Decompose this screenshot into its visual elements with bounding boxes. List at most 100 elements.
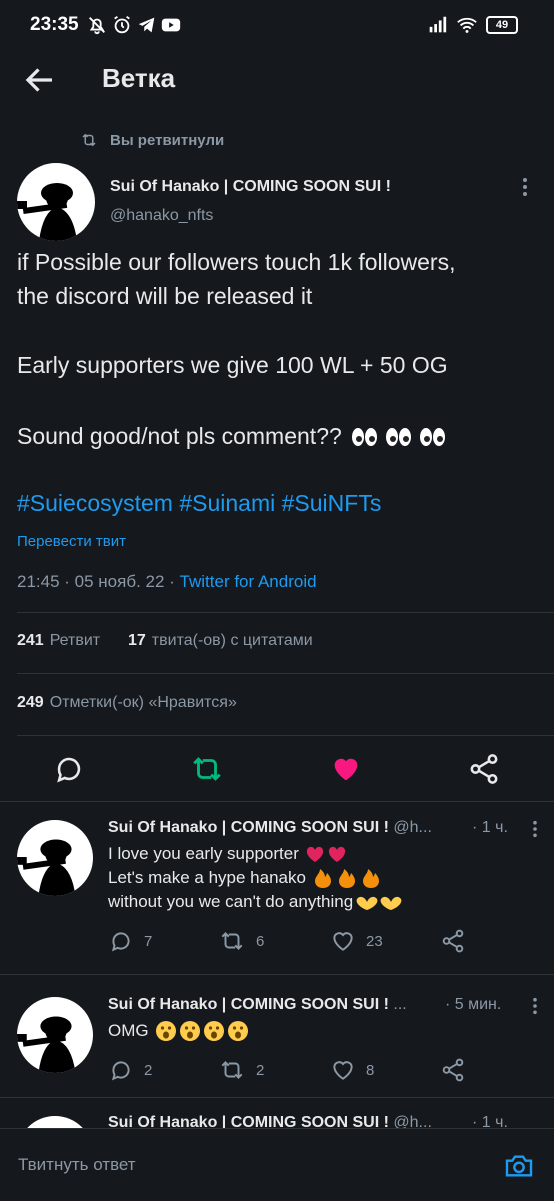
heart-icon	[333, 932, 353, 951]
tweet-time: 21:45	[17, 572, 60, 591]
share-icon[interactable]	[440, 928, 466, 954]
reply-line-1: I love you early supporter	[108, 844, 299, 863]
astonished-face-emoji-icon	[155, 1021, 248, 1041]
back-arrow-icon[interactable]	[22, 62, 58, 98]
reply-line-3: without you we can't do anything	[108, 892, 354, 911]
reply-author-handle: @h...	[393, 1114, 432, 1128]
share-icon[interactable]	[440, 1057, 466, 1083]
reply-action-reply[interactable]: 2	[108, 1057, 152, 1083]
more-icon[interactable]	[532, 820, 538, 838]
tweet-text-line-1: if Possible our followers touch 1k follo…	[17, 249, 456, 275]
heart-icon	[333, 1061, 353, 1080]
avatar[interactable]	[17, 820, 93, 896]
reply-tweet[interactable]: Sui Of Hanako | COMING SOON SUI ! @h... …	[0, 802, 554, 974]
avatar[interactable]	[17, 163, 95, 241]
youtube-icon	[161, 18, 181, 32]
red-hearts-emoji-icon	[306, 846, 346, 862]
retweet-count: 2	[256, 1061, 265, 1079]
reply-author[interactable]: Sui Of Hanako | COMING SOON SUI ! @h...	[108, 1114, 478, 1128]
reply-action-retweet[interactable]: 6	[218, 928, 264, 954]
tweet-meta: 21:45 · 05 нояб. 22 · Twitter for Androi…	[17, 572, 317, 591]
tweet-text-line-3: Early supporters we give 100 WL + 50 OG	[17, 352, 448, 378]
tweet-date: 05 нояб. 22	[74, 572, 165, 591]
status-time: 23:35	[30, 14, 79, 35]
reply-line-2-row: Let's make a hype hanako	[108, 866, 384, 890]
tweet-hashtags[interactable]: #Suiecosystem #Suinami #SuiNFTs	[17, 490, 381, 517]
tweet-author-name[interactable]: Sui Of Hanako | COMING SOON SUI !	[110, 178, 391, 196]
telegram-icon	[138, 17, 155, 33]
retweets-stat[interactable]: 241 Ретвит	[17, 632, 100, 650]
avatar[interactable]	[17, 1116, 93, 1128]
reply-author[interactable]: Sui Of Hanako | COMING SOON SUI ! @h...	[108, 819, 478, 837]
reply-author-name: Sui Of Hanako | COMING SOON SUI !	[108, 996, 389, 1013]
reply-action-reply[interactable]: 7	[108, 928, 152, 954]
reply-author-name: Sui Of Hanako | COMING SOON SUI !	[108, 1114, 389, 1128]
retweet-button-icon[interactable]	[190, 752, 224, 786]
more-icon[interactable]	[532, 997, 538, 1015]
reply-line-1-row: I love you early supporter	[108, 842, 349, 866]
reply-count: 7	[144, 932, 153, 950]
reply-author[interactable]: Sui Of Hanako | COMING SOON SUI ! ...	[108, 996, 448, 1014]
status-bar: 23:35 49	[0, 0, 554, 52]
reply-action-retweet[interactable]: 2	[218, 1057, 264, 1083]
reply-icon[interactable]	[52, 752, 86, 786]
reply-action-like[interactable]: 23	[330, 928, 383, 954]
retweets-label: Ретвит	[49, 632, 101, 649]
tweet-text-line-4: Sound good/not pls comment??	[17, 423, 342, 449]
like-count: 23	[366, 932, 383, 950]
heart-filled-icon[interactable]	[329, 752, 363, 786]
retweet-notice-label: Вы ретвитнули	[110, 131, 225, 149]
reply-author-handle: ...	[393, 996, 407, 1013]
avatar[interactable]	[17, 997, 93, 1073]
reply-author-handle: @h...	[393, 819, 432, 836]
reply-input-placeholder[interactable]: Твитнуть ответ	[18, 1155, 136, 1175]
divider	[17, 673, 554, 674]
avatar-image	[17, 839, 76, 896]
retweet-icon	[221, 932, 243, 950]
reply-line-1-row: OMG	[108, 1019, 251, 1043]
avatar-image	[17, 1016, 76, 1073]
reply-icon	[111, 932, 130, 952]
avatar-image	[17, 1116, 93, 1128]
divider	[17, 612, 554, 613]
reply-time: · 1 ч.	[472, 819, 508, 836]
translate-tweet-link[interactable]: Перевести твит	[17, 533, 126, 550]
reply-tweet[interactable]: Sui Of Hanako | COMING SOON SUI ! @h... …	[0, 1098, 554, 1128]
more-icon[interactable]	[522, 177, 528, 197]
share-icon[interactable]	[467, 752, 501, 786]
quotes-count: 17	[128, 632, 146, 649]
eyes-emoji-icon	[351, 427, 445, 446]
battery-indicator: 49	[486, 16, 518, 34]
likes-label: Отметки(-ок) «Нравится»	[49, 694, 237, 711]
retweet-notice: Вы ретвитнули	[80, 131, 224, 149]
reply-line-2: Let's make a hype hanako	[108, 868, 306, 887]
divider	[17, 735, 554, 736]
retweet-count: 6	[256, 932, 265, 950]
tweet-source[interactable]: Twitter for Android	[180, 572, 317, 591]
reply-composer[interactable]: Твитнуть ответ	[0, 1128, 554, 1201]
reply-line-1: OMG	[108, 1021, 149, 1040]
camera-icon[interactable]	[503, 1150, 535, 1182]
alarm-icon	[114, 15, 130, 34]
reply-time: · 1 ч.	[472, 1114, 508, 1128]
avatar-image	[17, 183, 77, 241]
tweet-author-handle[interactable]: @hanako_nfts	[110, 207, 213, 225]
tweet-text-line-2: the discord will be released it	[17, 283, 313, 309]
like-count: 8	[366, 1061, 375, 1079]
signal-icon	[429, 16, 447, 33]
reply-tweet[interactable]: Sui Of Hanako | COMING SOON SUI ! ... · …	[0, 975, 554, 1097]
reply-count: 2	[144, 1061, 153, 1079]
quotes-label: твита(-ов) с цитатами	[151, 632, 313, 649]
reply-action-like[interactable]: 8	[330, 1057, 374, 1083]
reply-author-name: Sui Of Hanako | COMING SOON SUI !	[108, 819, 389, 836]
likes-stat[interactable]: 249 Отметки(-ок) «Нравится»	[17, 694, 237, 712]
quotes-stat[interactable]: 17 твита(-ов) с цитатами	[128, 632, 313, 650]
retweet-icon	[82, 133, 96, 147]
fire-emoji-icon	[314, 869, 379, 888]
reply-line-3-row: without you we can't do anything	[108, 890, 403, 914]
retweets-count: 241	[17, 632, 44, 649]
reply-icon	[111, 1061, 130, 1081]
likes-count: 249	[17, 694, 44, 711]
wifi-icon	[457, 17, 477, 33]
heart-hands-emoji-icon	[356, 896, 402, 910]
